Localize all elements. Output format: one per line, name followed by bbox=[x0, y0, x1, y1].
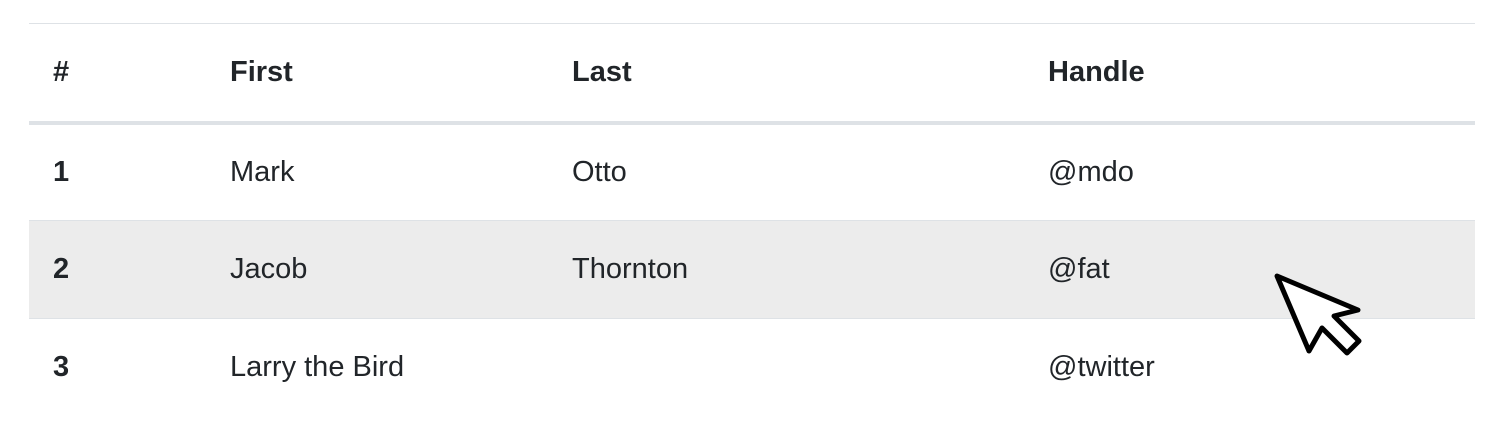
row-number: 3 bbox=[53, 351, 70, 384]
column-header-last: Last bbox=[548, 23, 1024, 125]
table-row[interactable]: 1 Mark Otto @mdo bbox=[29, 123, 1475, 221]
first-name-cell: Larry the Bird bbox=[230, 351, 405, 384]
row-number: 2 bbox=[53, 253, 70, 285]
last-name-cell bbox=[548, 319, 1024, 417]
table-row[interactable]: 2 Jacob Thornton @fat bbox=[29, 220, 1475, 319]
table-header-row: # First Last Handle bbox=[29, 23, 1475, 125]
first-name-cell: Jacob bbox=[230, 253, 308, 285]
column-header-number: # bbox=[29, 23, 206, 125]
row-number: 1 bbox=[53, 155, 70, 188]
table-body: 1 Mark Otto @mdo 2 Jacob Thornton @fat 3… bbox=[29, 123, 1475, 417]
mouse-pointer-icon bbox=[1274, 273, 1362, 356]
data-table: # First Last Handle 1 Mark Otto @mdo 2 J… bbox=[29, 23, 1475, 417]
last-name-cell: Otto bbox=[572, 155, 627, 188]
first-name-cell: Mark bbox=[230, 155, 295, 188]
table-row[interactable]: 3 Larry the Bird @twitter bbox=[29, 318, 1475, 417]
last-name-cell: Thornton bbox=[572, 253, 689, 285]
column-header-first: First bbox=[206, 23, 548, 125]
handle-cell: @twitter bbox=[1048, 351, 1155, 384]
table-header: # First Last Handle bbox=[29, 23, 1475, 125]
column-header-handle: Handle bbox=[1024, 23, 1475, 125]
data-table-container: # First Last Handle 1 Mark Otto @mdo 2 J… bbox=[29, 23, 1475, 417]
handle-cell: @fat bbox=[1048, 253, 1110, 285]
handle-cell: @mdo bbox=[1048, 155, 1134, 188]
